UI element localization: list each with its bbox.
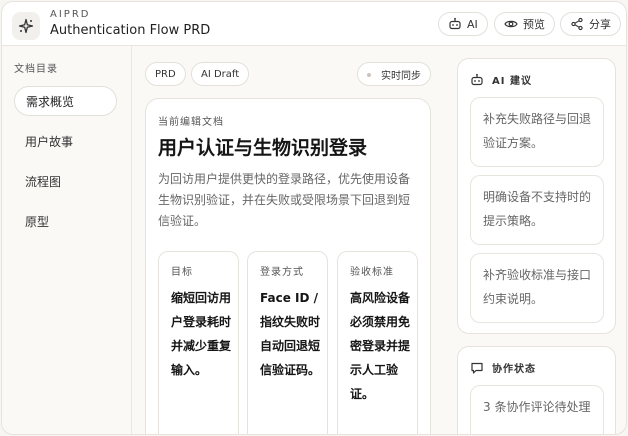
collab-panel-title: 协作状态 — [492, 364, 536, 375]
collab-status-card[interactable]: 3 条协作评论待处理 — [470, 385, 604, 434]
column-body: 高风险设备必须禁用免密登录并提示人工验证。 — [350, 291, 411, 401]
column-title: 验收标准 — [350, 267, 394, 278]
logo — [12, 12, 40, 40]
suggestion-card[interactable]: 补齐验收标准与接口约束说明。 — [470, 253, 604, 323]
column-title: 登录方式 — [260, 267, 304, 278]
share-icon — [571, 17, 583, 31]
sidebar-title: 文档目录 — [14, 64, 58, 75]
sync-status-dot — [367, 73, 371, 77]
login-method-column[interactable]: 登录方式 Face ID / 指纹失败时自动回退短信验证码。 — [247, 251, 328, 434]
brand-name: AIPRD — [50, 9, 91, 20]
realtime-sync-toggle[interactable]: 实时同步 — [357, 62, 431, 86]
sidebar-item-label: 需求概览 — [26, 94, 75, 109]
robot-icon — [449, 17, 461, 30]
sidebar-item-label: 原型 — [25, 214, 50, 229]
sidebar-item-overview[interactable]: 需求概览 — [14, 86, 117, 116]
document-heading[interactable]: 用户认证与生物识别登录 — [158, 133, 367, 160]
comment-icon — [471, 362, 483, 374]
column-body: 缩短回访用户登录耗时并减少重复输入。 — [171, 291, 232, 377]
sidebar-item-label: 流程图 — [25, 174, 62, 189]
app-window: AIPRD Authentication Flow PRD AI 预览 分享 文… — [1, 1, 627, 435]
sparkle-logo-icon — [18, 18, 34, 34]
column-body: Face ID / 指纹失败时自动回退短信验证码。 — [260, 291, 321, 377]
column-title: 目标 — [171, 267, 193, 278]
acceptance-criteria-column[interactable]: 验收标准 高风险设备必须禁用免密登录并提示人工验证。 — [337, 251, 418, 434]
goal-column[interactable]: 目标 缩短回访用户登录耗时并减少重复输入。 — [158, 251, 239, 434]
share-button-label: 分享 — [589, 18, 611, 31]
sidebar-item-prototype[interactable]: 原型 — [14, 206, 117, 236]
ai-panel-title: AI 建议 — [492, 76, 532, 87]
collab-panel-header: 协作状态 — [470, 360, 536, 375]
top-bar: AIPRD Authentication Flow PRD AI 预览 分享 — [2, 2, 626, 46]
ai-button-label: AI — [467, 17, 478, 31]
ai-suggestions-panel: AI 建议 补充失败路径与回退验证方案。 明确设备不支持时的提示策略。 补齐验收… — [457, 58, 616, 334]
main-content: PRD AI Draft 实时同步 当前编辑文档 用户认证与生物识别登录 为回访… — [133, 46, 443, 434]
right-panel: AI 建议 补充失败路径与回退验证方案。 明确设备不支持时的提示策略。 补齐验收… — [444, 46, 626, 434]
share-button[interactable]: 分享 — [560, 12, 621, 36]
tag-ai-draft[interactable]: AI Draft — [191, 62, 250, 86]
suggestion-card[interactable]: 补充失败路径与回退验证方案。 — [470, 97, 604, 167]
eye-icon — [504, 20, 518, 28]
sidebar-item-label: 用户故事 — [25, 134, 74, 149]
tag-prd[interactable]: PRD — [145, 62, 186, 86]
card-label: 当前编辑文档 — [158, 117, 224, 128]
document-title: Authentication Flow PRD — [50, 23, 211, 38]
collaboration-panel: 协作状态 3 条协作评论待处理 — [457, 346, 616, 434]
suggestion-card[interactable]: 明确设备不支持时的提示策略。 — [470, 175, 604, 245]
sidebar: 文档目录 需求概览 用户故事 流程图 原型 — [2, 46, 132, 434]
document-description[interactable]: 为回访用户提供更快的登录路径，优先使用设备生物识别验证，并在失败或受限场景下回退… — [158, 169, 420, 232]
robot-icon — [471, 73, 483, 85]
ai-button[interactable]: AI — [438, 12, 488, 36]
document-card: 当前编辑文档 用户认证与生物识别登录 为回访用户提供更快的登录路径，优先使用设备… — [145, 98, 431, 434]
preview-button-label: 预览 — [523, 18, 545, 31]
sidebar-item-user-stories[interactable]: 用户故事 — [14, 126, 117, 156]
sidebar-item-flowchart[interactable]: 流程图 — [14, 166, 117, 196]
preview-button[interactable]: 预览 — [494, 12, 555, 36]
ai-panel-header: AI 建议 — [470, 72, 532, 87]
sync-label: 实时同步 — [381, 70, 421, 82]
